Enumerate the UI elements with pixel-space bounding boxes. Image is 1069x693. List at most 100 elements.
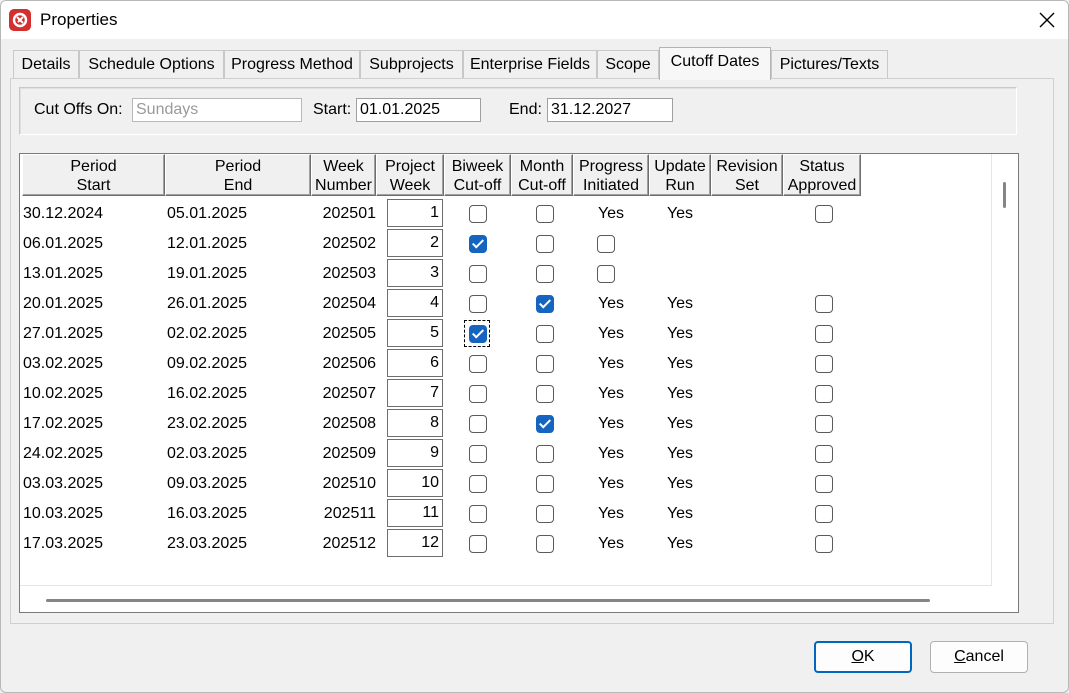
period-end-cell: 23.03.2025 [167,535,248,552]
update-run-cell: Yes [666,295,694,312]
project-week-input[interactable]: 2 [387,229,443,257]
project-week-input[interactable]: 6 [387,349,443,377]
tab-scope[interactable]: Scope [597,50,659,79]
project-week-input[interactable]: 3 [387,259,443,287]
biweek-cutoff-checkbox[interactable] [469,295,487,313]
biweek-cutoff-checkbox[interactable] [469,355,487,373]
week-number-cell: 202503 [322,265,376,282]
table-row[interactable]: 03.02.2025 09.02.2025 202506 6 Yes Yes [20,349,870,379]
progress-initiated-checkbox[interactable] [597,265,615,283]
col-progress-initiated-header[interactable]: Progress Initiated [573,154,649,196]
col-week-number-header[interactable]: Week Number [311,154,376,196]
status-approved-checkbox[interactable] [815,535,833,553]
col-revision-set-header[interactable]: Revision Set [711,154,783,196]
table-row[interactable]: 10.03.2025 16.03.2025 202511 11 Yes Yes [20,499,870,529]
table-row[interactable]: 27.01.2025 02.02.2025 202505 5 Yes Yes [20,319,870,349]
cancel-mnemonic: C [954,648,966,665]
month-cutoff-checkbox[interactable] [536,415,554,433]
horizontal-scrollbar-thumb[interactable] [46,599,930,602]
project-week-input[interactable]: 8 [387,409,443,437]
cutoff-dates-grid[interactable]: Period Start Period End Week Number Project… [19,153,1019,613]
table-row[interactable]: 10.02.2025 16.02.2025 202507 7 Yes Yes [20,379,870,409]
project-week-input[interactable]: 7 [387,379,443,407]
header-line: End [223,177,253,194]
status-approved-checkbox[interactable] [815,325,833,343]
col-update-run-header[interactable]: Update Run [649,154,711,196]
biweek-cutoff-checkbox[interactable] [469,415,487,433]
month-cutoff-checkbox[interactable] [536,265,554,283]
col-period-end-header[interactable]: Period End [165,154,311,196]
tab-progress-method[interactable]: Progress Method [224,50,360,79]
month-cutoff-checkbox[interactable] [536,385,554,403]
project-week-input[interactable]: 1 [387,199,443,227]
start-date-field[interactable]: 01.01.2025 [356,98,481,122]
close-button[interactable] [1024,1,1068,39]
tab-pictures-texts[interactable]: Pictures/Texts [771,50,888,79]
table-row[interactable]: 24.02.2025 02.03.2025 202509 9 Yes Yes [20,439,870,469]
month-cutoff-checkbox[interactable] [536,355,554,373]
tab-enterprise-fields[interactable]: Enterprise Fields [463,50,597,79]
table-row[interactable]: 17.03.2025 23.03.2025 202512 12 Yes Yes [20,529,870,559]
week-number-cell: 202502 [322,235,376,252]
col-period-start-header[interactable]: Period Start [22,154,165,196]
project-week-input[interactable]: 4 [387,289,443,317]
col-biweek-cutoff-header[interactable]: Biweek Cut-off [444,154,511,196]
status-approved-checkbox[interactable] [815,475,833,493]
biweek-cutoff-checkbox[interactable] [469,265,487,283]
status-approved-checkbox[interactable] [815,355,833,373]
title-bar[interactable]: Properties [1,1,1068,39]
project-week-input[interactable]: 9 [387,439,443,467]
project-week-input[interactable]: 5 [387,319,443,347]
month-cutoff-checkbox[interactable] [536,505,554,523]
month-cutoff-checkbox[interactable] [536,445,554,463]
status-approved-checkbox[interactable] [815,205,833,223]
table-row[interactable]: 17.02.2025 23.02.2025 202508 8 Yes Yes [20,409,870,439]
col-month-cutoff-header[interactable]: Month Cut-off [511,154,573,196]
project-week-input[interactable]: 11 [387,499,443,527]
progress-initiated-cell: Yes [597,355,625,372]
period-end-cell: 02.02.2025 [167,325,248,342]
month-cutoff-checkbox[interactable] [536,295,554,313]
biweek-cutoff-checkbox[interactable] [469,445,487,463]
period-start-cell: 30.12.2024 [23,205,104,222]
biweek-cutoff-checkbox[interactable] [469,385,487,403]
biweek-cutoff-checkbox[interactable] [469,235,487,253]
progress-initiated-cell: Yes [597,445,625,462]
col-status-approved-header[interactable]: Status Approved [783,154,861,196]
ok-button[interactable]: OK [814,641,912,673]
col-project-week-header[interactable]: Project Week [376,154,444,196]
header-line: Initiated [582,177,640,194]
cancel-button[interactable]: Cancel [930,641,1028,673]
table-row[interactable]: 03.03.2025 09.03.2025 202510 10 Yes Yes [20,469,870,499]
table-row[interactable]: 06.01.2025 12.01.2025 202502 2 [20,229,870,259]
biweek-cutoff-checkbox[interactable] [469,505,487,523]
vertical-scrollbar-thumb[interactable] [1003,182,1006,208]
table-row[interactable]: 20.01.2025 26.01.2025 202504 4 Yes Yes [20,289,870,319]
status-approved-checkbox[interactable] [815,505,833,523]
week-number-cell: 202512 [322,535,376,552]
month-cutoff-checkbox[interactable] [536,475,554,493]
update-run-cell: Yes [666,535,694,552]
month-cutoff-checkbox[interactable] [536,325,554,343]
status-approved-checkbox[interactable] [815,415,833,433]
project-week-input[interactable]: 12 [387,529,443,557]
status-approved-checkbox[interactable] [815,385,833,403]
month-cutoff-checkbox[interactable] [536,205,554,223]
end-date-field[interactable]: 31.12.2027 [547,98,673,122]
status-approved-checkbox[interactable] [815,445,833,463]
biweek-cutoff-checkbox[interactable] [469,205,487,223]
tab-cutoff-dates[interactable]: Cutoff Dates [659,47,771,80]
biweek-cutoff-checkbox[interactable] [469,535,487,553]
update-run-cell: Yes [666,505,694,522]
tab-subprojects[interactable]: Subprojects [360,50,463,79]
table-row[interactable]: 30.12.2024 05.01.2025 202501 1 Yes Yes [20,199,870,229]
tab-details[interactable]: Details [13,50,79,79]
status-approved-checkbox[interactable] [815,295,833,313]
month-cutoff-checkbox[interactable] [536,535,554,553]
progress-initiated-checkbox[interactable] [597,235,615,253]
biweek-cutoff-checkbox[interactable] [469,475,487,493]
table-row[interactable]: 13.01.2025 19.01.2025 202503 3 [20,259,870,289]
project-week-input[interactable]: 10 [387,469,443,497]
tab-schedule-options[interactable]: Schedule Options [79,50,224,79]
month-cutoff-checkbox[interactable] [536,235,554,253]
